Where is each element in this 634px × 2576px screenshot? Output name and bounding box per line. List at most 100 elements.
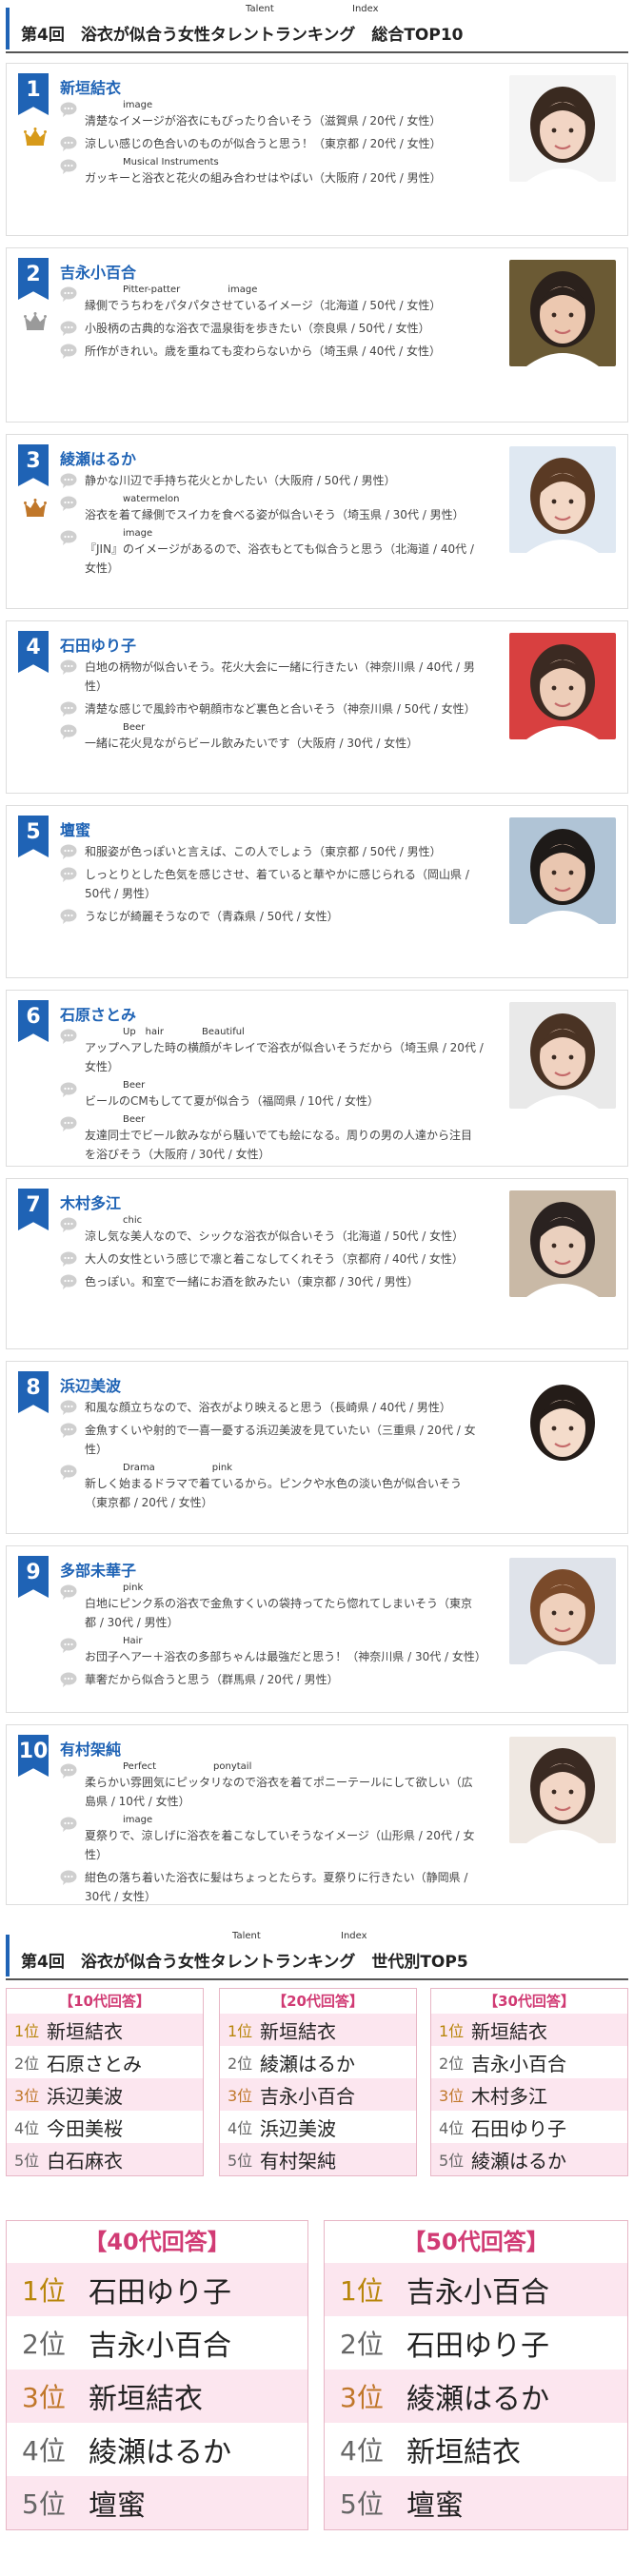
- speech-bubble-icon: [60, 321, 77, 336]
- generation-row: 1位 吉永小百合: [325, 2263, 627, 2316]
- generation-rank: 5位: [228, 2152, 253, 2170]
- comment-item: Musical Instruments ガッキーと浴衣と花火の組み合わせはやばい（…: [60, 157, 484, 187]
- speech-bubble-icon: [60, 136, 77, 151]
- generation-table: 【50代回答】 1位 吉永小百合 2位 石田ゆり子 3位 綾瀬はるか 4位 新垣結衣 5位 壇蜜: [324, 2220, 628, 2530]
- generation-ranking-header: Talent Index 第4回 浴衣が似合う女性タレントランキング 世代別TO…: [6, 1927, 628, 1980]
- generation-talent-name: 壇蜜: [89, 2489, 146, 2523]
- speech-bubble-icon: [60, 659, 77, 675]
- comment-item: chic 涼し気な美人なので、シックな浴衣が似合いそう（北海道 / 50代 / 女…: [60, 1215, 484, 1246]
- generation-rank: 4位: [228, 2119, 253, 2137]
- comment-item: Beer ビールのCMもしてて夏が似合う（福岡県 / 10代 / 女性）: [60, 1080, 484, 1111]
- speech-bubble-icon: [60, 1584, 77, 1600]
- speech-bubble-icon: [60, 530, 77, 545]
- comment-item: Beer 友達同士でビール飲みながら騒いでても絵になる。周りの男の人達から注目を浴…: [60, 1114, 484, 1164]
- generation-title: 【30代回答】: [484, 1993, 575, 2010]
- generation-row: 1位 新垣結衣: [220, 2014, 416, 2046]
- generation-rank: 4位: [22, 2435, 66, 2467]
- ranking-card: 10 有村架純 Perfect ponytail 柔らかい雰囲気にピッタリなので浴衣を…: [6, 1724, 628, 1905]
- generation-rank: 2位: [228, 2055, 253, 2073]
- generation-talent-name: 吉永小百合: [471, 2052, 566, 2075]
- rank-badge: 4: [18, 631, 49, 673]
- comment-text: ビールのCMもしてて夏が似合う（福岡県 / 10代 / 女性）: [85, 1094, 379, 1108]
- speech-bubble-icon: [60, 1870, 77, 1885]
- generation-row: 3位 新垣結衣: [7, 2370, 307, 2423]
- speech-bubble-icon: [60, 867, 77, 882]
- talent-photo: [509, 1373, 616, 1480]
- talent-photo: [509, 633, 616, 739]
- speech-bubble-icon: [60, 102, 77, 117]
- comment-item: 和風な顔立ちなので、浴衣がより映えると思う（長崎県 / 40代 / 男性）: [60, 1398, 484, 1417]
- comment-ruby: Beer: [123, 1080, 146, 1091]
- talent-name: 石田ゆり子: [60, 637, 137, 655]
- comment-text: ガッキーと浴衣と花火の組み合わせはやばい（大阪府 / 20代 / 男性）: [85, 171, 442, 185]
- generation-rank: 5位: [439, 2152, 465, 2170]
- comment-item: 小股柄の古典的な浴衣で温泉街を歩きたい（奈良県 / 50代 / 女性）: [60, 319, 484, 338]
- comment-text: 浴衣を着て縁側でスイカを食べる姿が似合いそう（埼玉県 / 30代 / 男性）: [85, 508, 465, 521]
- rank-badge: 2: [18, 258, 49, 300]
- talent-name: 多部未華子: [60, 1562, 137, 1580]
- generation-rank: 2位: [439, 2055, 465, 2073]
- comment-ruby: Beer: [123, 722, 146, 733]
- header-accent-bar: [6, 8, 10, 49]
- comment-text: 金魚すくいや射的で一喜一憂する浜辺美波を見ていたい（三重県 / 20代 / 女性…: [85, 1424, 476, 1456]
- generation-rank: 3位: [439, 2087, 465, 2105]
- generation-rank: 4位: [439, 2119, 465, 2137]
- speech-bubble-icon: [60, 909, 77, 924]
- generation-talent-name: 新垣結衣: [406, 2436, 521, 2469]
- generation-talent-name: 石田ゆり子: [471, 2116, 566, 2140]
- comment-ruby: Hair: [123, 1636, 143, 1646]
- comment-item: 金魚すくいや射的で一喜一憂する浜辺美波を見ていたい（三重県 / 20代 / 女性…: [60, 1421, 484, 1459]
- comment-list: Perfect ponytail 柔らかい雰囲気にピッタリなので浴衣を着てポニーテ…: [60, 1761, 484, 1910]
- comment-list: 白地の柄物が似合いそう。花火大会に一緒に行きたい（神奈川県 / 40代 / 男性…: [60, 658, 484, 757]
- talent-name: 有村架純: [60, 1740, 122, 1759]
- comment-text: 清楚な感じで風鈴市や朝顔市など裏色と合いそう（神奈川県 / 50代 / 女性）: [85, 702, 476, 716]
- generation-row: 2位 綾瀬はるか: [220, 2046, 416, 2078]
- generation-title: 【40代回答】: [84, 2229, 230, 2255]
- generation-talent-name: 新垣結衣: [471, 2019, 547, 2043]
- comment-item: Pitter-patter image 縁側でうちわをパタパタさせているイメージ（…: [60, 285, 484, 315]
- comment-text: 静かな川辺で手持ち花火とかしたい（大阪府 / 50代 / 男性）: [85, 474, 396, 487]
- generation-talent-name: 白石麻衣: [47, 2149, 123, 2173]
- speech-bubble-icon: [60, 1465, 77, 1480]
- comment-ruby: Beer: [123, 1114, 146, 1125]
- comment-ruby: Drama pink: [123, 1463, 233, 1473]
- talent-name: 新垣結衣: [60, 79, 122, 97]
- generation-row: 4位 浜辺美波: [220, 2111, 416, 2143]
- rank-badge: 3: [18, 444, 49, 486]
- overall-ranking-header: Talent Index 第4回 浴衣が似合う女性タレントランキング 総合TOP…: [6, 0, 628, 53]
- comment-text: 夏祭りで、涼しげに浴衣を着こなしていそうなイメージ（山形県 / 20代 / 女性…: [85, 1829, 475, 1861]
- generation-talent-name: 綾瀬はるか: [260, 2052, 355, 2075]
- talent-photo: [509, 75, 616, 182]
- generation-talent-name: 新垣結衣: [260, 2019, 336, 2043]
- comment-list: 静かな川辺で手持ち花火とかしたい（大阪府 / 50代 / 男性） watermel…: [60, 471, 484, 581]
- comment-item: image 清楚なイメージが浴衣にもぴったり合いそう（滋賀県 / 20代 / 女性…: [60, 100, 484, 130]
- generation-row: 4位 新垣結衣: [325, 2423, 627, 2476]
- generation-title: 【10代回答】: [59, 1993, 150, 2010]
- generation-row: 3位 浜辺美波: [7, 2078, 203, 2111]
- generation-title: 【20代回答】: [272, 1993, 364, 2010]
- speech-bubble-icon: [60, 1029, 77, 1044]
- comment-ruby: Musical Instruments: [123, 157, 219, 167]
- rank-badge: 8: [18, 1371, 49, 1413]
- comment-item: Drama pink 新しく始まるドラマで着ているから。ピンクや水色の淡い色が似合…: [60, 1463, 484, 1512]
- comment-item: pink 白地にピンク系の浴衣で金魚すくいの袋持ってたら惚れてしまいそう（東京都 …: [60, 1583, 484, 1632]
- ranking-card: 3 綾瀬はるか 静かな川辺で手持ち花火とかしたい（大阪府 / 50代 / 男性） wa…: [6, 434, 628, 609]
- talent-name: 浜辺美波: [60, 1377, 122, 1395]
- generation-row: 2位 石田ゆり子: [325, 2316, 627, 2370]
- comment-list: pink 白地にピンク系の浴衣で金魚すくいの袋持ってたら惚れてしまいそう（東京都 …: [60, 1583, 486, 1693]
- comment-item: 白地の柄物が似合いそう。花火大会に一緒に行きたい（神奈川県 / 40代 / 男性…: [60, 658, 484, 696]
- generation-rank: 1位: [14, 2022, 40, 2040]
- comment-text: 和風な顔立ちなので、浴衣がより映えると思う（長崎県 / 40代 / 男性）: [85, 1401, 451, 1414]
- comment-item: 紺色の落ち着いた浴衣に髪はちょっとたらす。夏祭りに行きたい（静岡県 / 30代 …: [60, 1868, 484, 1906]
- ruby-talent: Talent: [232, 1931, 261, 1941]
- speech-bubble-icon: [60, 1251, 77, 1267]
- comment-text: 新しく始まるドラマで着ているから。ピンクや水色の淡い色が似合いそう（東京都 / …: [85, 1477, 463, 1509]
- comment-text: 柔らかい雰囲気にピッタリなので浴衣を着てポニーテールにして欲しい（広島県 / 1…: [85, 1776, 473, 1808]
- comment-text: 大人の女性という感じで凛と着こなしてくれそう（京都府 / 40代 / 女性）: [85, 1252, 464, 1266]
- generation-title: 【50代回答】: [403, 2229, 549, 2255]
- comment-item: 大人の女性という感じで凛と着こなしてくれそう（京都府 / 40代 / 女性）: [60, 1249, 484, 1268]
- generation-table: 【30代回答】 1位 新垣結衣 2位 吉永小百合 3位 木村多江 4位 石田ゆり子 5位 綾瀬はるか: [430, 1988, 628, 2176]
- comment-item: 色っぽい。和室で一緒にお酒を飲みたい（東京都 / 30代 / 男性）: [60, 1272, 484, 1291]
- rank-badge: 5: [18, 816, 49, 857]
- generation-row: 5位 壇蜜: [325, 2476, 627, 2529]
